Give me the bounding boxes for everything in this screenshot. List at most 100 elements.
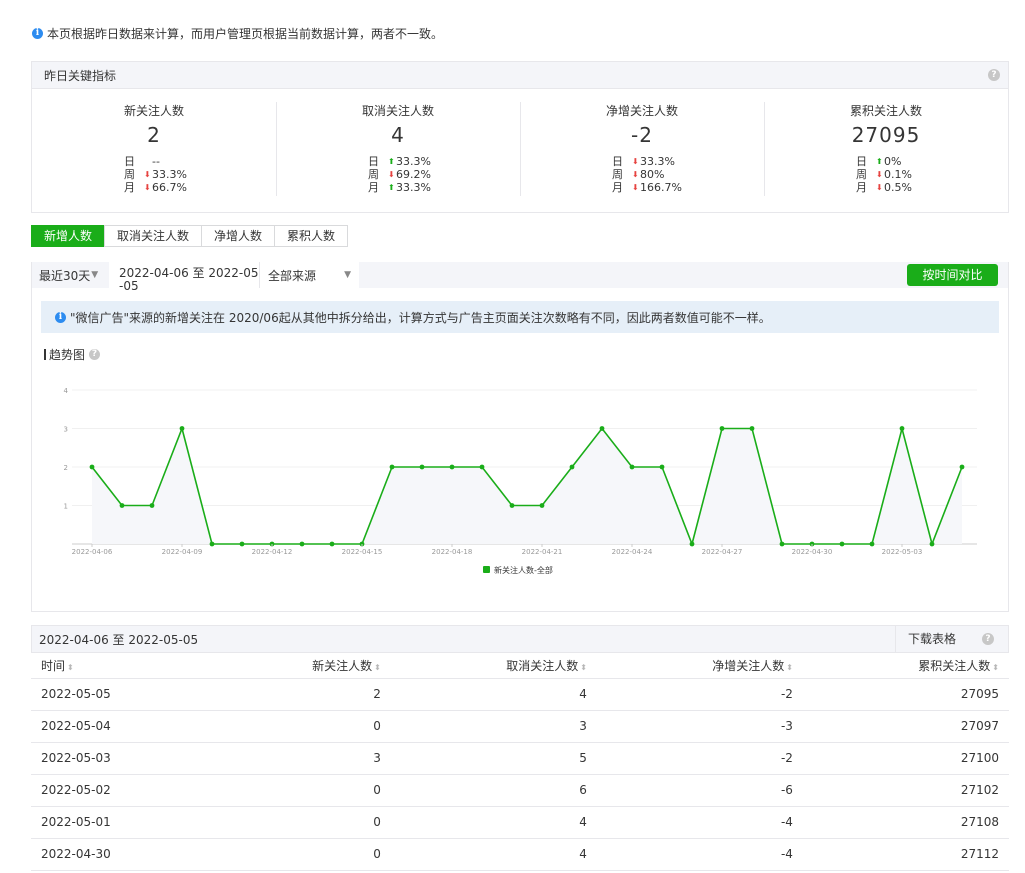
sort-icon[interactable]: ⬍	[580, 663, 587, 672]
table-cell: 2022-05-02	[31, 774, 213, 807]
column-header[interactable]: 新关注人数 ⬍	[212, 653, 391, 679]
x-tick-label: 2022-04-09	[162, 548, 203, 556]
sort-icon[interactable]: ⬍	[67, 663, 74, 672]
kpi-value: -2	[631, 123, 653, 147]
data-point	[239, 541, 245, 547]
kpi-value: 27095	[851, 123, 921, 147]
notice-text: 本页根据昨日数据来计算，而用户管理页根据当前数据计算，两者不一致。	[47, 26, 444, 41]
table-cell: 27108	[802, 806, 1009, 839]
change-value: 0%	[884, 155, 902, 168]
tab-0[interactable]: 新增人数	[31, 225, 106, 247]
table-cell: -3	[596, 710, 803, 743]
arrow-up-icon: ⬆	[388, 183, 395, 192]
info-icon: i	[32, 27, 43, 39]
table-cell: 0	[212, 774, 391, 807]
x-tick-label: 2022-04-24	[612, 548, 653, 556]
kpi-grid: 新关注人数 2 日 -- 周 ⬇ 33.3% 月 ⬇ 66.7% 取消关注人数 4 日 ⬆ 33.3% 周 ⬇ 6…	[32, 89, 1008, 213]
sort-icon[interactable]: ⬍	[786, 663, 793, 672]
kpi-change-row: 月 ⬇ 166.7%	[612, 181, 692, 194]
data-point	[929, 541, 935, 547]
change-value: 166.7%	[640, 181, 682, 194]
change-value: --	[152, 155, 160, 168]
table-body: 2022-05-05 2 4 -2 27095 2022-05-04 0 3 -3 27097 20…	[31, 678, 1009, 871]
period-key: 周	[856, 168, 867, 181]
column-header[interactable]: 取消关注人数 ⬍	[390, 653, 597, 679]
period-key: 日	[368, 155, 379, 168]
sort-icon[interactable]: ⬍	[374, 663, 381, 672]
chart-panel: 最近30天 ▼ 2022-04-06 至 2022-05-05 全部来源 ▼ 按…	[31, 262, 1009, 612]
table-cell: 4	[390, 678, 597, 711]
kpi-card: 取消关注人数 4 日 ⬆ 33.3% 周 ⬇ 69.2% 月 ⬆ 33.3%	[276, 99, 520, 213]
y-tick-label: 2	[64, 464, 68, 472]
kpi-change-row: 月 ⬆ 33.3%	[368, 181, 448, 194]
table-cell: 3	[390, 710, 597, 743]
tab-1[interactable]: 取消关注人数	[104, 225, 203, 247]
table-cell: -4	[596, 838, 803, 871]
table-cell: -2	[596, 742, 803, 775]
tab-2[interactable]: 净增人数	[201, 225, 276, 247]
download-table-button[interactable]: 下载表格	[894, 626, 968, 652]
kpi-panel: 昨日关键指标 ? 新关注人数 2 日 -- 周 ⬇ 33.3% 月 ⬇ 66.7% 取消关注人数 4 日…	[31, 61, 1009, 213]
change-value: 33.3%	[640, 155, 675, 168]
data-table: 时间 ⬍ 新关注人数 ⬍ 取消关注人数 ⬍ 净增关注人数 ⬍ 累积关注人数 ⬍ 2022-05-0…	[31, 653, 1009, 871]
table-panel: 2022-04-06 至 2022-05-05 下载表格 ? 时间 ⬍ 新关注人数 ⬍…	[31, 625, 1009, 873]
period-key: 月	[124, 181, 135, 194]
data-point	[449, 464, 455, 470]
table-cell: 2022-04-30	[31, 838, 213, 871]
x-tick-label: 2022-04-12	[252, 548, 293, 556]
help-icon[interactable]: ?	[982, 633, 994, 645]
data-point	[689, 541, 695, 547]
table-row: 2022-05-05 2 4 -2 27095	[31, 678, 1009, 711]
kpi-label: 取消关注人数	[361, 104, 434, 118]
table-row: 2022-05-03 3 5 -2 27100	[31, 742, 1009, 775]
kpi-change-row: 月 ⬇ 66.7%	[124, 181, 204, 194]
change-value: 0.1%	[884, 168, 912, 181]
table-row: 2022-05-02 0 6 -6 27102	[31, 774, 1009, 807]
kpi-title: 昨日关键指标	[44, 68, 117, 83]
x-tick-label: 2022-04-30	[792, 548, 833, 556]
column-header[interactable]: 净增关注人数 ⬍	[596, 653, 803, 679]
kpi-change-row: 周 ⬇ 80%	[612, 168, 692, 181]
kpi-label: 累积关注人数	[849, 104, 922, 118]
column-header[interactable]: 时间 ⬍	[31, 653, 213, 679]
kpi-change-row: 周 ⬇ 0.1%	[856, 168, 936, 181]
kpi-header: 昨日关键指标 ?	[32, 62, 1008, 89]
data-point	[869, 541, 875, 547]
column-header[interactable]: 累积关注人数 ⬍	[802, 653, 1009, 679]
period-key: 周	[124, 168, 135, 181]
data-point	[209, 541, 215, 547]
data-point	[659, 464, 665, 470]
table-cell: 2	[212, 678, 391, 711]
period-key: 日	[612, 155, 623, 168]
table-cell: 0	[212, 710, 391, 743]
data-point	[569, 464, 575, 470]
table-cell: 2022-05-05	[31, 678, 213, 711]
table-cell: 4	[390, 838, 597, 871]
arrow-down-icon: ⬇	[632, 183, 639, 192]
kpi-label: 净增关注人数	[605, 104, 678, 118]
help-icon[interactable]: ?	[988, 69, 1000, 81]
kpi-change-list: 日 ⬇ 33.3% 周 ⬇ 80% 月 ⬇ 166.7%	[612, 155, 692, 194]
sort-icon[interactable]: ⬍	[992, 663, 999, 672]
table-cell: -6	[596, 774, 803, 807]
table-cell: 27102	[802, 774, 1009, 807]
column-label: 新关注人数	[312, 658, 373, 673]
period-key: 月	[856, 181, 867, 194]
arrow-down-icon: ⬇	[876, 170, 883, 179]
table-cell: 27095	[802, 678, 1009, 711]
column-label: 时间	[41, 658, 66, 673]
arrow-down-icon: ⬇	[632, 157, 639, 166]
x-tick-label: 2022-04-06	[72, 548, 113, 556]
kpi-change-list: 日 ⬆ 0% 周 ⬇ 0.1% 月 ⬇ 0.5%	[856, 155, 936, 194]
kpi-card: 净增关注人数 -2 日 ⬇ 33.3% 周 ⬇ 80% 月 ⬇ 166.7%	[520, 99, 764, 213]
trend-chart: 1 2 3 4 2022-04-06 2022-04-09 2022-04-12 2022-0…	[64, 387, 977, 575]
table-row: 2022-04-30 0 4 -4 27112	[31, 838, 1009, 871]
data-point	[329, 541, 335, 547]
table-cell: 3	[212, 742, 391, 775]
y-tick-label: 1	[64, 503, 68, 511]
tab-3[interactable]: 累积人数	[274, 225, 349, 247]
data-point	[389, 464, 395, 470]
arrow-down-icon: ⬇	[632, 170, 639, 179]
arrow-down-icon: ⬇	[876, 183, 883, 192]
table-cell: -2	[596, 678, 803, 711]
